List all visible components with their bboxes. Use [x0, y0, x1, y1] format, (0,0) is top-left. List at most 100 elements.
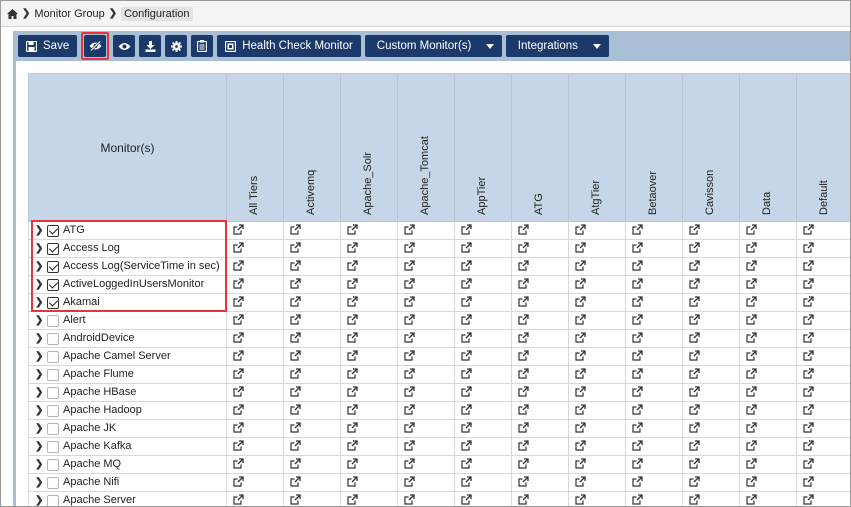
external-link-icon[interactable] [746, 259, 757, 271]
external-link-icon[interactable] [233, 223, 244, 235]
external-link-icon[interactable] [803, 313, 814, 325]
external-link-icon[interactable] [347, 295, 358, 307]
chevron-right-icon[interactable]: ❯ [35, 333, 43, 344]
external-link-icon[interactable] [518, 439, 529, 451]
monitor-checkbox[interactable] [47, 458, 59, 471]
chevron-right-icon[interactable]: ❯ [35, 315, 43, 326]
external-link-icon[interactable] [803, 403, 814, 415]
external-link-icon[interactable] [347, 403, 358, 415]
external-link-icon[interactable] [746, 241, 757, 253]
external-link-icon[interactable] [689, 439, 700, 451]
chevron-right-icon[interactable]: ❯ [35, 477, 43, 488]
external-link-icon[interactable] [404, 421, 415, 433]
external-link-icon[interactable] [233, 313, 244, 325]
external-link-icon[interactable] [518, 277, 529, 289]
external-link-icon[interactable] [404, 295, 415, 307]
external-link-icon[interactable] [290, 223, 301, 235]
clipboard-button[interactable] [191, 35, 214, 57]
external-link-icon[interactable] [575, 331, 586, 343]
view-button[interactable] [113, 35, 136, 57]
external-link-icon[interactable] [575, 385, 586, 397]
chevron-right-icon[interactable]: ❯ [35, 387, 43, 398]
external-link-icon[interactable] [689, 259, 700, 271]
external-link-icon[interactable] [575, 241, 586, 253]
chevron-right-icon[interactable]: ❯ [35, 243, 43, 254]
external-link-icon[interactable] [689, 313, 700, 325]
external-link-icon[interactable] [575, 313, 586, 325]
external-link-icon[interactable] [746, 313, 757, 325]
external-link-icon[interactable] [803, 349, 814, 361]
external-link-icon[interactable] [746, 367, 757, 379]
external-link-icon[interactable] [575, 367, 586, 379]
external-link-icon[interactable] [632, 385, 643, 397]
external-link-icon[interactable] [803, 385, 814, 397]
external-link-icon[interactable] [803, 223, 814, 235]
external-link-icon[interactable] [575, 421, 586, 433]
external-link-icon[interactable] [347, 277, 358, 289]
external-link-icon[interactable] [233, 421, 244, 433]
external-link-icon[interactable] [689, 475, 700, 487]
external-link-icon[interactable] [746, 385, 757, 397]
monitor-checkbox[interactable] [47, 260, 59, 273]
external-link-icon[interactable] [803, 277, 814, 289]
monitor-checkbox[interactable] [47, 242, 59, 255]
external-link-icon[interactable] [689, 457, 700, 469]
chevron-right-icon[interactable]: ❯ [35, 351, 43, 362]
external-link-icon[interactable] [575, 457, 586, 469]
external-link-icon[interactable] [404, 277, 415, 289]
external-link-icon[interactable] [518, 367, 529, 379]
external-link-icon[interactable] [575, 475, 586, 487]
external-link-icon[interactable] [689, 421, 700, 433]
monitor-checkbox[interactable] [47, 224, 59, 237]
integrations-dropdown[interactable]: Integrations [505, 35, 609, 57]
external-link-icon[interactable] [290, 313, 301, 325]
external-link-icon[interactable] [803, 457, 814, 469]
external-link-icon[interactable] [404, 385, 415, 397]
external-link-icon[interactable] [746, 457, 757, 469]
chevron-right-icon[interactable]: ❯ [35, 495, 43, 506]
external-link-icon[interactable] [632, 421, 643, 433]
external-link-icon[interactable] [689, 385, 700, 397]
external-link-icon[interactable] [233, 493, 244, 505]
external-link-icon[interactable] [632, 277, 643, 289]
external-link-icon[interactable] [461, 403, 472, 415]
external-link-icon[interactable] [689, 493, 700, 505]
external-link-icon[interactable] [803, 295, 814, 307]
external-link-icon[interactable] [461, 313, 472, 325]
external-link-icon[interactable] [347, 331, 358, 343]
monitor-checkbox[interactable] [47, 422, 59, 435]
external-link-icon[interactable] [461, 331, 472, 343]
external-link-icon[interactable] [803, 439, 814, 451]
monitor-checkbox[interactable] [47, 386, 59, 399]
external-link-icon[interactable] [632, 367, 643, 379]
external-link-icon[interactable] [290, 403, 301, 415]
chevron-right-icon[interactable]: ❯ [35, 369, 43, 380]
monitor-checkbox[interactable] [47, 404, 59, 417]
external-link-icon[interactable] [290, 475, 301, 487]
external-link-icon[interactable] [803, 241, 814, 253]
external-link-icon[interactable] [290, 421, 301, 433]
external-link-icon[interactable] [404, 223, 415, 235]
external-link-icon[interactable] [746, 403, 757, 415]
external-link-icon[interactable] [404, 403, 415, 415]
external-link-icon[interactable] [290, 385, 301, 397]
external-link-icon[interactable] [233, 367, 244, 379]
chevron-right-icon[interactable]: ❯ [35, 423, 43, 434]
download-button[interactable] [139, 35, 162, 57]
external-link-icon[interactable] [632, 349, 643, 361]
external-link-icon[interactable] [290, 439, 301, 451]
external-link-icon[interactable] [404, 457, 415, 469]
chevron-right-icon[interactable]: ❯ [35, 459, 43, 470]
external-link-icon[interactable] [461, 367, 472, 379]
external-link-icon[interactable] [233, 439, 244, 451]
external-link-icon[interactable] [404, 439, 415, 451]
external-link-icon[interactable] [689, 403, 700, 415]
external-link-icon[interactable] [461, 421, 472, 433]
external-link-icon[interactable] [347, 241, 358, 253]
external-link-icon[interactable] [347, 367, 358, 379]
external-link-icon[interactable] [518, 241, 529, 253]
external-link-icon[interactable] [746, 475, 757, 487]
external-link-icon[interactable] [518, 421, 529, 433]
external-link-icon[interactable] [746, 421, 757, 433]
monitor-checkbox[interactable] [47, 476, 59, 489]
